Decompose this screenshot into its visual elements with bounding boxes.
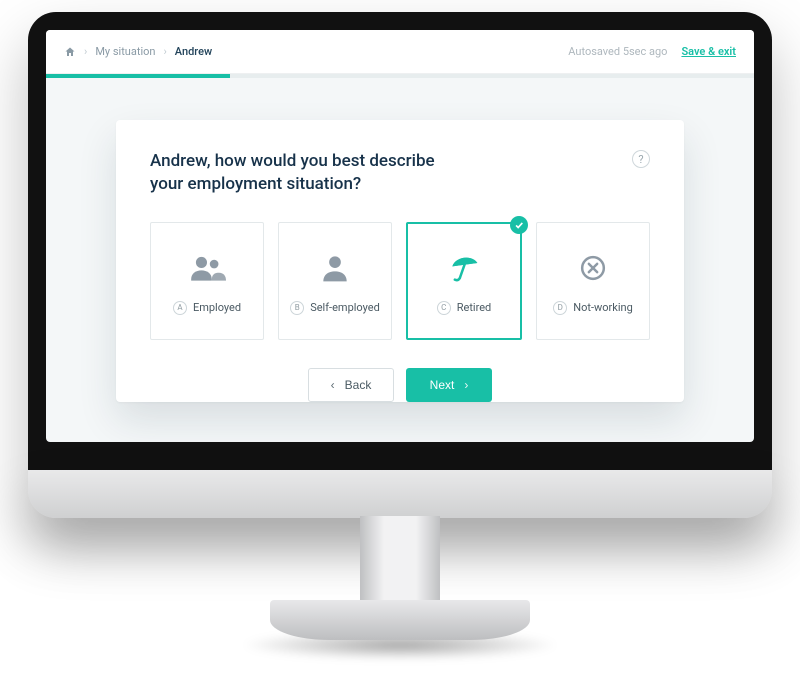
option-retired[interactable]: C Retired — [406, 222, 522, 340]
option-label: Employed — [193, 301, 241, 314]
people-icon — [188, 247, 226, 289]
monitor-chin — [28, 470, 772, 518]
question-text: Andrew, how would you best describe your… — [150, 150, 450, 196]
breadcrumb-item-current: Andrew — [175, 45, 212, 58]
next-label: Next — [430, 378, 455, 392]
option-key: D — [553, 301, 567, 315]
option-employed[interactable]: A Employed — [150, 222, 264, 340]
option-not-working[interactable]: D Not-working — [536, 222, 650, 340]
option-list: A Employed — [150, 222, 650, 340]
breadcrumb-item-situation[interactable]: My situation — [95, 45, 155, 58]
option-key: A — [173, 301, 187, 315]
option-self-employed[interactable]: B Self-employed — [278, 222, 392, 340]
breadcrumb: › My situation › Andrew — [64, 45, 568, 58]
chevron-left-icon: ‹ — [331, 378, 335, 392]
option-key: C — [437, 301, 451, 315]
chevron-right-icon: › — [464, 378, 468, 392]
monitor-base — [270, 600, 530, 640]
app-screen: › My situation › Andrew Autosaved 5sec a… — [46, 30, 754, 442]
monitor-frame: › My situation › Andrew Autosaved 5sec a… — [28, 12, 772, 502]
option-label: Retired — [457, 301, 492, 314]
circle-x-icon — [578, 247, 608, 289]
option-key: B — [290, 301, 304, 315]
progress-bar — [46, 74, 754, 78]
option-label: Not-working — [573, 301, 633, 314]
top-bar: › My situation › Andrew Autosaved 5sec a… — [46, 30, 754, 74]
action-row: ‹ Back Next › — [150, 368, 650, 402]
check-icon — [510, 216, 528, 234]
autosave-status: Autosaved 5sec ago — [568, 45, 667, 58]
chevron-right-icon: › — [84, 45, 87, 58]
save-exit-link[interactable]: Save & exit — [681, 45, 736, 58]
progress-fill — [46, 74, 230, 78]
chevron-right-icon: › — [163, 45, 166, 58]
help-icon[interactable]: ? — [632, 150, 650, 168]
back-label: Back — [345, 378, 372, 392]
option-label: Self-employed — [310, 301, 380, 314]
home-icon[interactable] — [64, 46, 76, 58]
person-icon — [320, 247, 350, 289]
question-card: Andrew, how would you best describe your… — [116, 120, 684, 402]
umbrella-icon — [447, 247, 481, 289]
next-button[interactable]: Next › — [406, 368, 492, 402]
back-button[interactable]: ‹ Back — [308, 368, 394, 402]
